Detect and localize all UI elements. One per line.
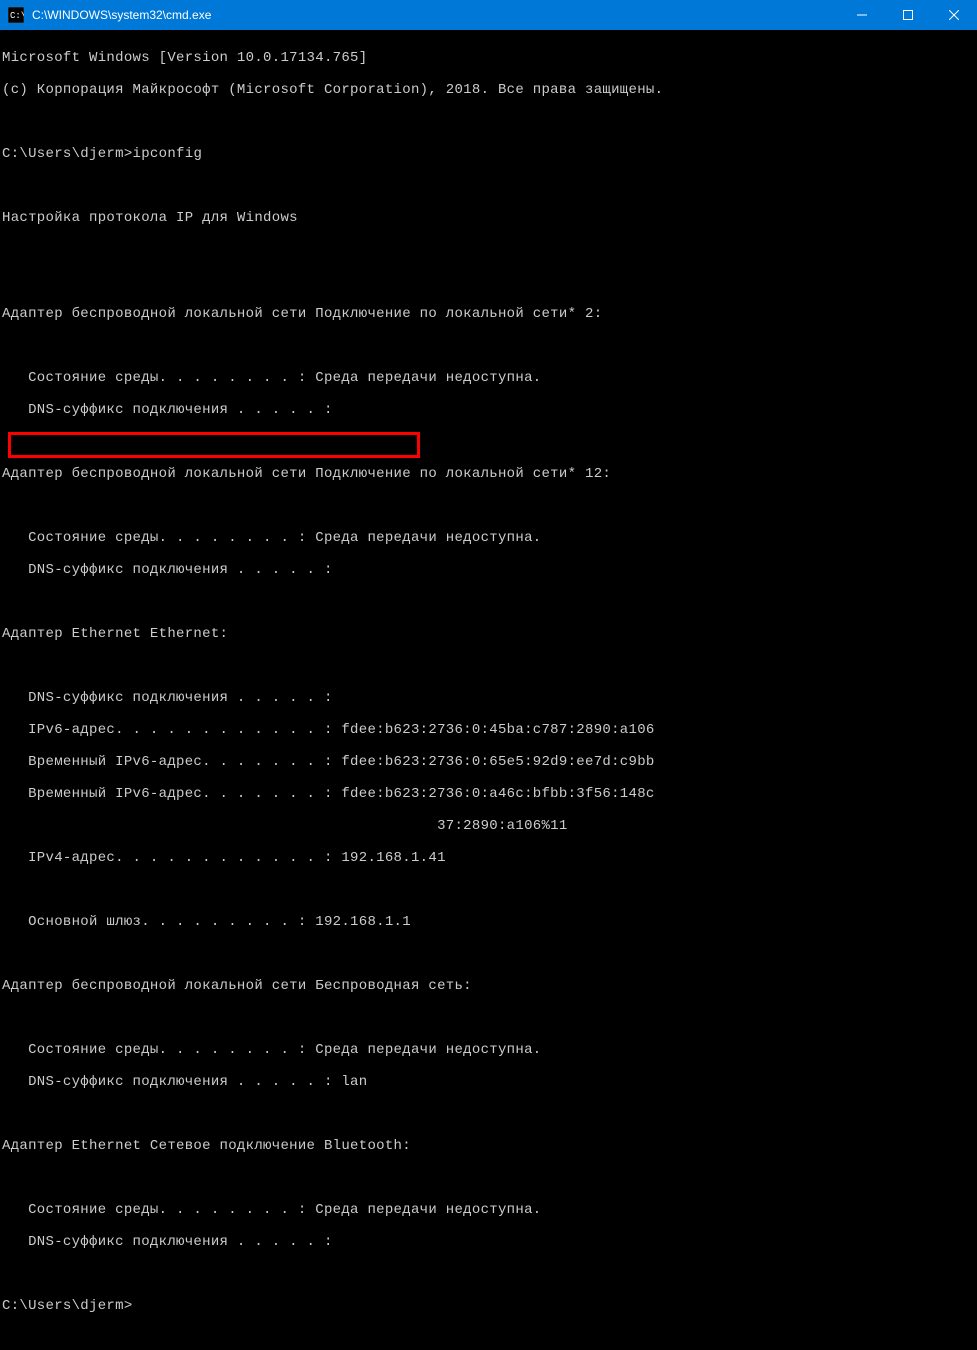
ipconfig-title: Настройка протокола IP для Windows: [2, 210, 975, 226]
close-button[interactable]: [931, 0, 977, 30]
ipv6-address: IPv6-адрес. . . . . . . . . . . . : fdee…: [2, 722, 975, 738]
blank-line: [2, 1010, 975, 1026]
copyright-line: (c) Корпорация Майкрософт (Microsoft Cor…: [2, 82, 975, 98]
blank-line: [2, 498, 975, 514]
minimize-button[interactable]: [839, 0, 885, 30]
blank-line: [2, 114, 975, 130]
adapter-header: Адаптер беспроводной локальной сети Бесп…: [2, 978, 975, 994]
temp-ipv6-address: Временный IPv6-адрес. . . . . . . : fdee…: [2, 754, 975, 770]
terminal-output[interactable]: Microsoft Windows [Version 10.0.17134.76…: [0, 30, 977, 1350]
version-line: Microsoft Windows [Version 10.0.17134.76…: [2, 50, 975, 66]
blank-line: [2, 946, 975, 962]
window-title: C:\WINDOWS\system32\cmd.exe: [32, 8, 839, 22]
prompt-line: C:\Users\djerm>ipconfig: [2, 146, 975, 162]
adapter-header: Адаптер беспроводной локальной сети Подк…: [2, 306, 975, 322]
blank-line: [2, 594, 975, 610]
media-state: Состояние среды. . . . . . . . : Среда п…: [2, 1202, 975, 1218]
adapter-header: Адаптер беспроводной локальной сети Подк…: [2, 466, 975, 482]
dns-suffix: DNS-суффикс подключения . . . . . :: [2, 402, 975, 418]
adapter-header: Адаптер Ethernet Сетевое подключение Blu…: [2, 1138, 975, 1154]
blank-line: [2, 338, 975, 354]
media-state: Состояние среды. . . . . . . . : Среда п…: [2, 530, 975, 546]
blank-line: [2, 1170, 975, 1186]
blank-line: [2, 658, 975, 674]
dns-suffix: DNS-суффикс подключения . . . . . :: [2, 690, 975, 706]
blank-line: [2, 242, 975, 258]
cmd-icon: C:\: [8, 7, 24, 23]
blank-line: [2, 274, 975, 290]
dns-suffix: DNS-суффикс подключения . . . . . :: [2, 1234, 975, 1250]
blank-line: [2, 434, 975, 450]
adapter-header: Адаптер Ethernet Ethernet:: [2, 626, 975, 642]
blank-line: [2, 178, 975, 194]
local-ipv6-address: 37:2890:a106%11: [2, 818, 975, 834]
blank-line: [2, 1266, 975, 1282]
dns-suffix: DNS-суффикс подключения . . . . . :: [2, 562, 975, 578]
media-state: Состояние среды. . . . . . . . : Среда п…: [2, 1042, 975, 1058]
media-state: Состояние среды. . . . . . . . : Среда п…: [2, 370, 975, 386]
prompt-line: C:\Users\djerm>: [2, 1298, 975, 1314]
dns-suffix: DNS-суффикс подключения . . . . . : lan: [2, 1074, 975, 1090]
blank-line: [2, 1106, 975, 1122]
window-titlebar: C:\ C:\WINDOWS\system32\cmd.exe: [0, 0, 977, 30]
window-controls: [839, 0, 977, 30]
blank-line: [2, 882, 975, 898]
temp-ipv6-address: Временный IPv6-адрес. . . . . . . : fdee…: [2, 786, 975, 802]
maximize-button[interactable]: [885, 0, 931, 30]
svg-text:C:\: C:\: [10, 11, 24, 21]
ipv4-address: IPv4-адрес. . . . . . . . . . . . : 192.…: [2, 850, 975, 866]
prompt-path: C:\Users\djerm>: [2, 146, 133, 162]
default-gateway: Основной шлюз. . . . . . . . . : 192.168…: [2, 914, 975, 930]
prompt-command: ipconfig: [133, 146, 203, 162]
